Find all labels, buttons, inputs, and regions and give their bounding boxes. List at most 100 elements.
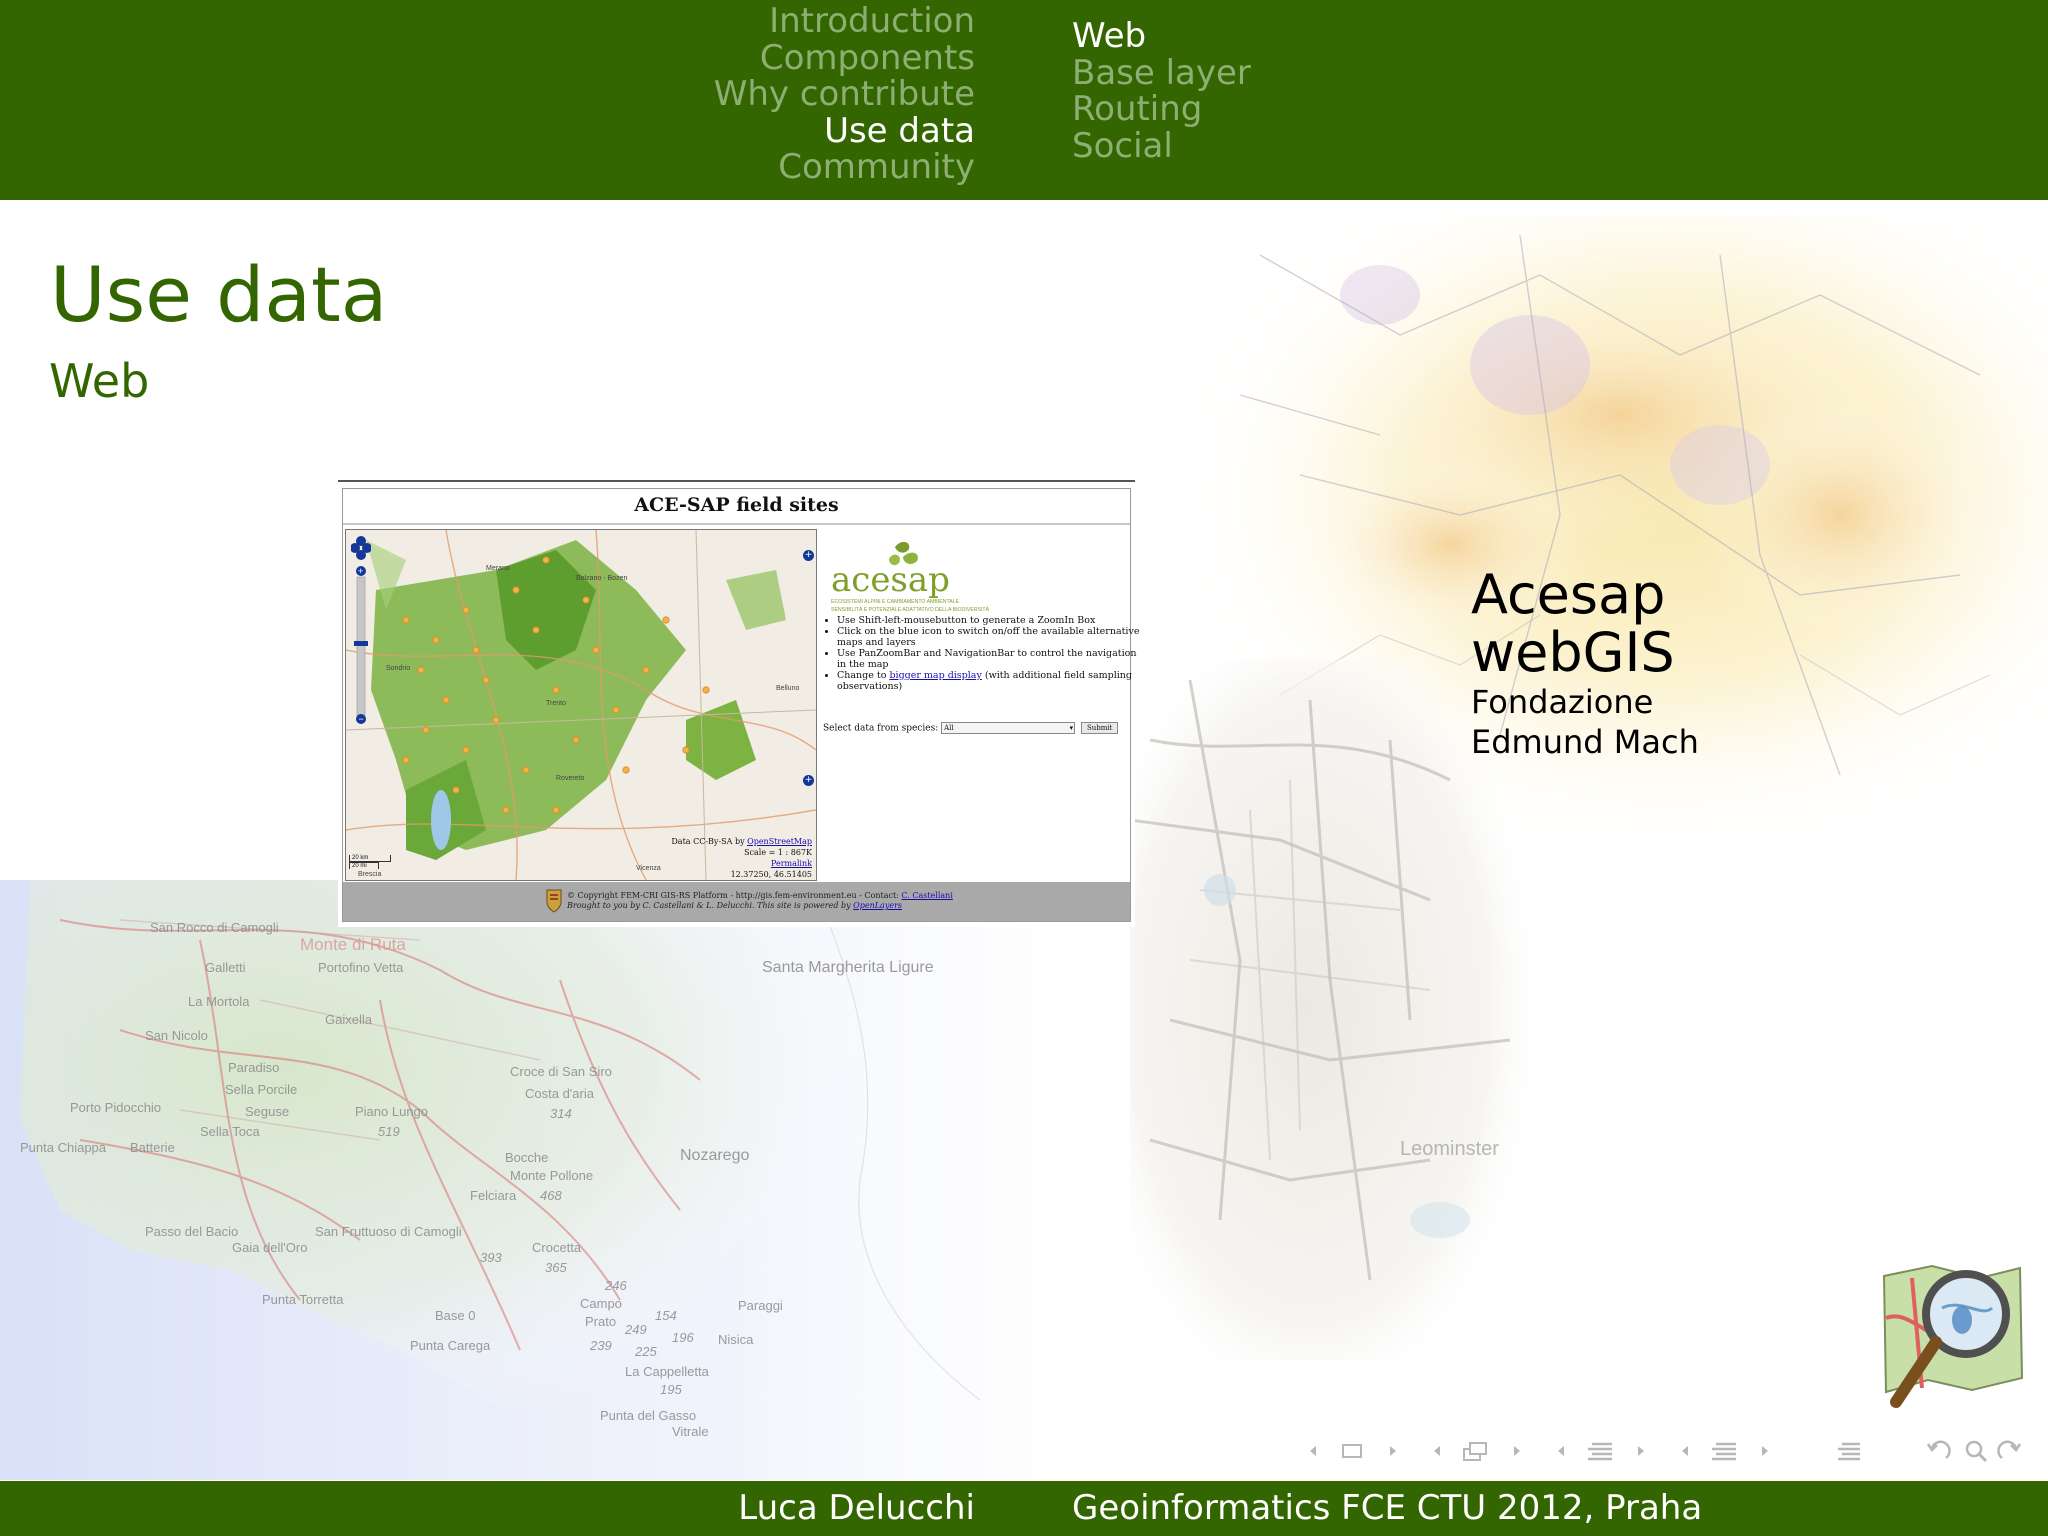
frame-navigation-icon [1310,1444,1396,1458]
layer-switcher-toggle-icon[interactable]: + [803,550,814,561]
bg-label-punta-torretta: Punta Torretta [262,1292,344,1307]
instruction-layer-switcher: Click on the blue icon to switch on/off … [837,626,1143,648]
bg-label-519: 519 [378,1124,400,1139]
nav-back-search-forward[interactable] [1924,1436,2028,1466]
species-select[interactable]: All ▾ [941,722,1076,734]
nav-subsection-web[interactable]: Web [1072,18,1251,55]
logo-tagline-2: SENSIBILITÀ E POTENZIALE ADATTATIVO DELL… [831,606,990,613]
bg-label-piano-lungo: Piano Lungo [355,1104,428,1119]
bg-label-punta-del-gasso: Punta del Gassо [600,1408,696,1423]
pan-zoom-bar[interactable]: + − [350,535,372,725]
caption-webgis: webGIS [1471,621,1675,684]
bg-label-sella-toca: Sella Toca [200,1124,261,1139]
nav-frame-controls[interactable] [1306,1436,1402,1466]
nav-appendix-button[interactable] [1836,1436,1864,1466]
bg-label-196: 196 [672,1330,694,1345]
bg-label-314: 314 [550,1106,572,1121]
section-navigation: Introduction Components Why contribute U… [714,3,975,186]
slide-caption: Acesap webGIS Fondazione Edmund Mach [1471,566,1699,762]
logo-tagline-1: ECOSISTEMI ALPINI E CAMBIAMENTO AMBIENTA… [831,599,960,605]
bg-label-leominster: Leominster [1400,1138,1499,1160]
bg-label-239: 239 [589,1338,612,1353]
permalink-link[interactable]: Permalink [771,859,812,868]
instruction-navigation: Use PanZoomBar and NavigationBar to cont… [837,648,1143,670]
subsection-navigation: Web Base layer Routing Social [1072,18,1251,164]
bg-label-monte-di-ruta: Monte di Ruta [300,935,406,954]
bg-label-225: 225 [634,1344,657,1359]
nav-section-introduction[interactable]: Introduction [714,3,975,40]
webgis-map[interactable]: Bolzano - Bozen Trento Belluno Vicenza B… [345,529,817,881]
bg-label-san-rocco: San Rocco di Camogli [150,920,279,935]
logo-wordmark: acesap [831,560,950,600]
webgis-page: ACE-SAP field sites Bolzano - Bozen Tren… [342,488,1139,922]
bg-label-santa-margherita: Santa Margherita Ligure [762,959,934,976]
species-select-value: All [944,724,954,732]
bg-label-portofino-vetta: Portofino Vetta [318,960,404,975]
nav-section-use-data[interactable]: Use data [714,112,975,150]
background-city-map: Leominster [1130,660,1530,1360]
acesap-webgis-screenshot: ACE-SAP field sites Bolzano - Bozen Tren… [338,480,1139,927]
bg-label-costa-daria: Costa d'aria [525,1086,595,1101]
scale-line: 20 km 20 mi [349,855,391,869]
map-label-trento: Trento [546,700,566,707]
submit-button[interactable]: Submit [1080,722,1119,734]
webgis-footer: © Copyright FEM-CRI GIS-RS Platform - ht… [343,882,1130,921]
nav-section-components[interactable]: Components [714,39,975,77]
webgis-sidebar: acesap ECOSISTEMI ALPINI E CAMBIAMENTO A… [821,529,1139,879]
map-label-bolzano: Bolzano - Bozen [576,575,627,582]
caption-fondazione: Fondazione [1471,683,1654,721]
nav-section-community[interactable]: Community [714,149,975,186]
nav-subsection-social[interactable]: Social [1072,127,1251,165]
bg-label-galletti: Galletti [205,960,246,975]
overview-map-toggle-icon[interactable]: + [803,775,814,786]
osm-link[interactable]: OpenStreetMap [747,837,812,846]
bg-label-punta-carega: Punta Carega [410,1338,491,1353]
openlayers-link[interactable]: OpenLayers [853,901,902,910]
map-label-rovereto: Rovereto [556,775,585,782]
map-label-brescia: Brescia [358,871,381,878]
bg-label-la-cappelletta: La Cappelletta [625,1364,710,1379]
map-label-belluno: Belluno [776,685,799,692]
subsection-navigation-icon [1434,1442,1520,1461]
bg-label-gaixella: Gaixella [325,1012,373,1027]
bg-label-prato: Prato [585,1314,616,1329]
scale-line-mi: 20 mi [349,862,379,869]
nav-subsection-routing[interactable]: Routing [1072,91,1251,128]
bg-label-365: 365 [545,1260,567,1275]
caption-acesap: Acesap [1471,563,1666,626]
bg-label-la-mortola: La Mortola [188,994,250,1009]
pan-zoom-icon: + − [350,536,372,724]
nav-subsection-controls[interactable] [1430,1436,1526,1466]
footer-bar: Luca Delucchi Geoinformatics FCE CTU 201… [0,1481,2048,1536]
fem-crest-icon [546,889,562,913]
slide-subtitle: Web [49,354,150,408]
footer-conference: Geoinformatics FCE CTU 2012, Praha [1072,1488,1703,1528]
bg-label-crocetta: Crocetta [532,1240,582,1255]
header-bar: Introduction Components Why contribute U… [0,0,2048,200]
bg-label-passo-del-bacio: Passo del Bacio [145,1224,238,1239]
bigger-map-anchor[interactable]: bigger map display [889,670,981,681]
svg-text:+: + [358,566,363,576]
nav-section-controls[interactable] [1554,1436,1650,1466]
mouse-coordinates: 12.37250, 46.51405 [730,870,812,879]
nav-section-why-contribute[interactable]: Why contribute [714,76,975,113]
bg-label-246: 246 [604,1278,627,1293]
nav-subsection-base-layer[interactable]: Base layer [1072,54,1251,92]
webgis-page-title: ACE-SAP field sites [343,489,1130,525]
caption-edmund-mach: Edmund Mach [1471,723,1699,761]
bg-label-bocche: Bocche [505,1150,548,1165]
bg-label-sella-porcile: Sella Porcile [225,1082,297,1097]
map-label-sondrio: Sondrio [386,665,410,672]
bg-label-base-0: Base 0 [435,1308,475,1323]
species-select-label: Select data from species: [823,723,939,734]
map-label-vicenza: Vicenza [636,865,661,872]
contact-link[interactable]: C. Castellani [901,891,952,900]
bigger-map-link[interactable]: Change to bigger map display (with addit… [837,670,1132,692]
nav-presentation-controls[interactable] [1678,1436,1774,1466]
instruction-bigger-map: Change to bigger map display (with addit… [837,670,1143,692]
bg-label-249: 249 [624,1322,647,1337]
instructions-list: Use Shift-left-mousebutton to generate a… [821,615,1143,692]
bg-label-468: 468 [540,1188,562,1203]
bg-label-paraggi: Paraggi [738,1298,783,1313]
footer-author: Luca Delucchi [738,1488,975,1528]
